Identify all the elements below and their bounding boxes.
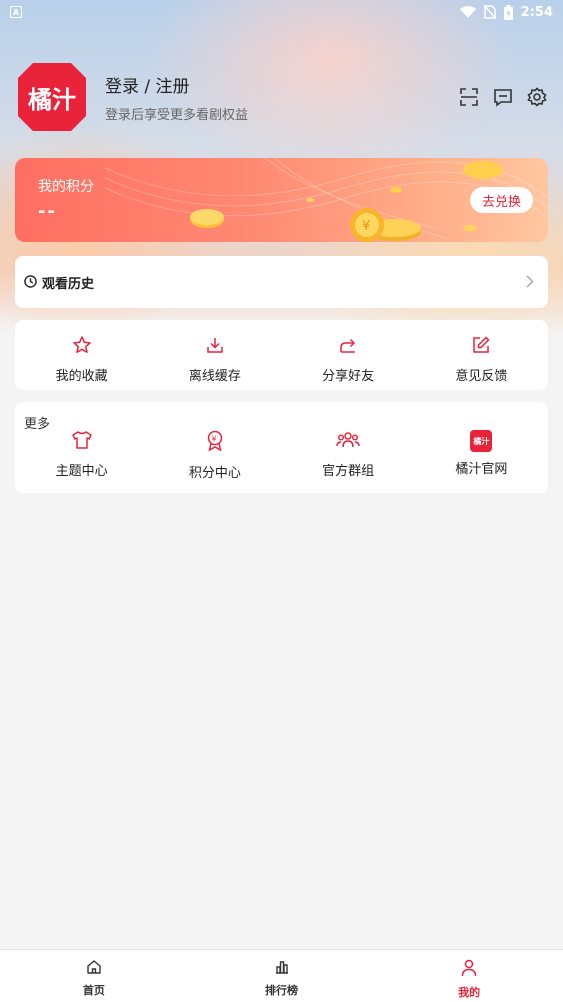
- brand-logo-icon: 橘汁: [470, 430, 493, 452]
- wifi-icon: [459, 5, 476, 19]
- notification-icon: A: [10, 6, 22, 18]
- tshirt-icon: [71, 430, 93, 454]
- points-value: --: [38, 201, 57, 222]
- nav-mine-label: 我的: [458, 986, 481, 999]
- more-section-title: 更多: [24, 417, 51, 432]
- watch-history-row[interactable]: 观看历史: [15, 256, 548, 308]
- group-icon: [336, 430, 360, 454]
- app-logo[interactable]: 橘汁: [18, 63, 86, 131]
- login-subtitle: 登录后享受更多看剧权益: [105, 107, 249, 123]
- settings-gear-icon[interactable]: [526, 86, 548, 108]
- svg-text:¥: ¥: [362, 219, 370, 234]
- profile-header: 橘汁 登录 / 注册 登录后享受更多看剧权益: [18, 63, 548, 131]
- official-website-button[interactable]: 橘汁 橘汁官网: [415, 430, 548, 481]
- offline-cache-button[interactable]: 离线缓存: [148, 335, 281, 384]
- coins-decoration: ¥: [104, 158, 548, 242]
- download-icon: [205, 335, 225, 359]
- share-friends-button[interactable]: 分享好友: [282, 335, 415, 384]
- points-title: 我的积分: [38, 179, 94, 195]
- clock-icon: [24, 273, 37, 292]
- star-icon: [72, 335, 92, 359]
- svg-text:¥: ¥: [211, 435, 216, 444]
- clock-time: 2:54: [520, 4, 553, 20]
- points-center-button[interactable]: ¥ 积分中心: [148, 430, 281, 481]
- status-bar: A 2:54: [0, 0, 563, 24]
- person-icon: [461, 959, 477, 981]
- more-section-card: 更多 主题中心 ¥ 积分中心 官方群组 橘汁 橘汁官网: [15, 402, 548, 493]
- share-icon: [338, 335, 358, 359]
- nav-home[interactable]: 首页: [0, 950, 188, 1002]
- edit-icon: [471, 335, 491, 359]
- watch-history-label: 观看历史: [42, 276, 95, 292]
- login-area[interactable]: 登录 / 注册 登录后享受更多看剧权益: [105, 72, 458, 123]
- feedback-label: 意见反馈: [455, 369, 508, 384]
- nav-ranking[interactable]: 排行榜: [188, 950, 376, 1002]
- official-group-label: 官方群组: [322, 464, 375, 479]
- no-sim-icon: [483, 5, 496, 19]
- redeem-button[interactable]: 去兑换: [469, 187, 533, 213]
- nav-ranking-label: 排行榜: [265, 984, 298, 997]
- share-friends-label: 分享好友: [322, 369, 375, 384]
- nav-home-label: 首页: [82, 984, 105, 997]
- message-icon[interactable]: [492, 86, 514, 108]
- favorites-button[interactable]: 我的收藏: [15, 335, 148, 384]
- theme-center-label: 主题中心: [55, 464, 108, 479]
- nav-mine[interactable]: 我的: [375, 950, 563, 1002]
- favorites-label: 我的收藏: [55, 369, 108, 384]
- theme-center-button[interactable]: 主题中心: [15, 430, 148, 481]
- chart-icon: [274, 959, 290, 979]
- medal-icon: ¥: [205, 430, 225, 456]
- quick-actions-card: 我的收藏 离线缓存 分享好友 意见反馈: [15, 320, 548, 390]
- points-card[interactable]: ¥ 我的积分 -- 去兑换: [15, 158, 548, 242]
- login-register-title[interactable]: 登录 / 注册: [105, 72, 458, 97]
- home-icon: [86, 959, 102, 979]
- scan-icon[interactable]: [458, 86, 480, 108]
- battery-icon: [503, 4, 513, 20]
- official-group-button[interactable]: 官方群组: [282, 430, 415, 481]
- bottom-navigation: 首页 排行榜 我的: [0, 949, 563, 1002]
- official-website-label: 橘汁官网: [455, 462, 508, 477]
- chevron-right-icon: [526, 273, 534, 292]
- points-center-label: 积分中心: [188, 466, 241, 481]
- offline-cache-label: 离线缓存: [188, 369, 241, 384]
- feedback-button[interactable]: 意见反馈: [415, 335, 548, 384]
